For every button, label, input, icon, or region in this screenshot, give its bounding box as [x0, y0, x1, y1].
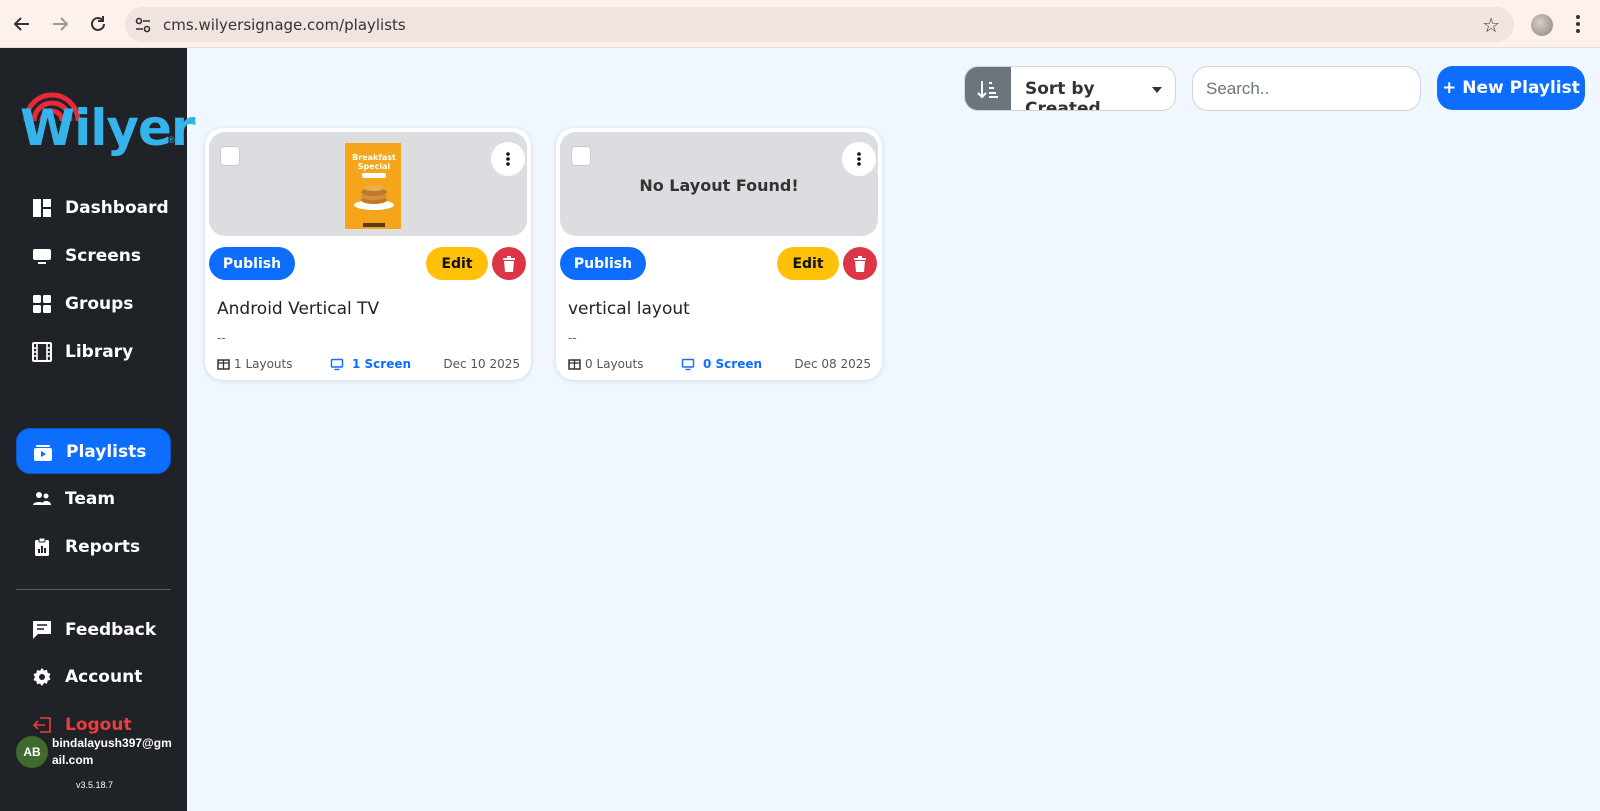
sidebar-item-label: Playlists	[66, 442, 147, 462]
search-input[interactable]	[1192, 66, 1421, 111]
dashboard-icon	[33, 199, 51, 217]
browser-menu-icon[interactable]	[1573, 12, 1583, 36]
address-bar[interactable]: cms.wilyersignage.com/playlists ☆	[125, 7, 1514, 42]
playlist-card[interactable]: No Layout Found! Publish Edit vertical l…	[556, 128, 882, 380]
monitor-icon	[33, 249, 51, 264]
sort-ascending-icon	[977, 80, 998, 98]
clipboard-icon	[35, 537, 49, 556]
edit-button[interactable]: Edit	[777, 247, 839, 280]
screens-count-text: 0 Screen	[703, 357, 763, 371]
kebab-menu-icon	[506, 152, 510, 166]
select-checkbox[interactable]	[571, 146, 591, 166]
registered-mark: ®	[168, 135, 175, 145]
sidebar-item-feedback[interactable]: Feedback	[16, 607, 171, 653]
sort-dropdown[interactable]: Sort by Created	[964, 66, 1176, 111]
layouts-count: 0 Layouts	[568, 357, 644, 371]
sidebar-item-account[interactable]: Account	[16, 654, 171, 700]
playlist-description: --	[217, 330, 226, 345]
playlist-preview[interactable]: Breakfast Special	[209, 132, 527, 236]
playlist-preview[interactable]: No Layout Found!	[560, 132, 878, 236]
playlist-title: vertical layout	[568, 299, 690, 319]
sidebar-item-label: Library	[65, 342, 134, 362]
people-icon	[33, 492, 51, 505]
kebab-menu-icon	[857, 152, 861, 166]
sidebar-item-label: Reports	[65, 537, 141, 557]
back-icon[interactable]	[10, 12, 34, 36]
sort-label: Sort by Created	[1025, 79, 1101, 111]
delete-button[interactable]	[843, 247, 877, 280]
poster-subtitle: Special	[358, 162, 391, 171]
playlist-title: Android Vertical TV	[217, 299, 380, 319]
bookmark-star-icon[interactable]: ☆	[1482, 13, 1500, 38]
gear-icon	[33, 668, 51, 686]
user-avatar[interactable]: AB	[16, 736, 48, 768]
sidebar-divider	[16, 589, 171, 590]
user-email: bindalayush397@gmail.com	[52, 736, 172, 767]
created-date: Dec 10 2025	[443, 357, 520, 371]
sidebar: Wilyer ® Dashboard Screens Groups Librar…	[0, 48, 196, 811]
chevron-down-icon	[1152, 87, 1162, 93]
browser-toolbar: cms.wilyersignage.com/playlists ☆	[0, 0, 1600, 48]
monitor-icon	[681, 358, 695, 370]
site-settings-icon[interactable]	[133, 15, 153, 35]
sidebar-item-label: Screens	[65, 246, 141, 266]
screens-count-link[interactable]: 1 Screen	[329, 357, 411, 371]
publish-button[interactable]: Publish	[560, 247, 646, 280]
screens-count-text: 1 Screen	[352, 357, 412, 371]
created-date: Dec 08 2025	[794, 357, 871, 371]
sort-direction-button[interactable]	[965, 67, 1011, 110]
app-version: v3.5.18.7	[76, 780, 114, 790]
poster-title: Breakfast	[352, 153, 396, 162]
layouts-count: 1 Layouts	[217, 357, 293, 371]
sidebar-item-dashboard[interactable]: Dashboard	[16, 185, 171, 231]
sidebar-item-library[interactable]: Library	[16, 329, 171, 375]
reload-icon[interactable]	[86, 12, 110, 36]
logout-icon	[32, 717, 51, 733]
sidebar-item-label: Account	[65, 667, 143, 687]
sidebar-item-label: Feedback	[65, 620, 157, 640]
trash-icon	[854, 255, 866, 272]
logo-wordmark: Wilyer	[20, 99, 196, 157]
layouts-count-text: 1 Layouts	[234, 357, 293, 371]
wilyer-logo[interactable]: Wilyer ®	[18, 83, 196, 157]
profile-avatar[interactable]	[1531, 14, 1553, 36]
select-checkbox[interactable]	[220, 146, 240, 166]
sidebar-item-reports[interactable]: Reports	[16, 524, 171, 570]
trash-icon	[503, 255, 515, 272]
more-options-button[interactable]	[842, 142, 876, 176]
monitor-icon	[330, 358, 344, 370]
empty-state-text: No Layout Found!	[639, 176, 799, 195]
more-options-button[interactable]	[491, 142, 525, 176]
layout-thumbnail: Breakfast Special	[344, 142, 402, 230]
forward-icon[interactable]	[48, 12, 72, 36]
sidebar-item-groups[interactable]: Groups	[16, 281, 171, 327]
layout-icon	[568, 358, 581, 370]
grid-icon	[33, 295, 51, 313]
publish-button[interactable]: Publish	[209, 247, 295, 280]
layout-icon	[217, 358, 230, 370]
sidebar-item-label: Team	[65, 489, 116, 509]
sidebar-item-label: Groups	[65, 294, 134, 314]
playlist-card[interactable]: Breakfast Special Publish Edit Android V…	[205, 128, 531, 380]
sidebar-item-label: Logout	[65, 715, 132, 735]
playlist-icon	[34, 445, 52, 461]
sidebar-item-team[interactable]: Team	[16, 476, 171, 522]
layouts-count-text: 0 Layouts	[585, 357, 644, 371]
new-playlist-button[interactable]: + New Playlist	[1437, 66, 1585, 110]
sidebar-item-label: Dashboard	[65, 198, 169, 218]
chat-icon	[33, 621, 51, 639]
film-icon	[32, 342, 52, 362]
playlist-description: --	[568, 330, 577, 345]
edit-button[interactable]: Edit	[426, 247, 488, 280]
sidebar-item-playlists[interactable]: Playlists	[16, 428, 171, 474]
screens-count-link[interactable]: 0 Screen	[680, 357, 762, 371]
url-text: cms.wilyersignage.com/playlists	[163, 16, 406, 34]
sidebar-item-screens[interactable]: Screens	[16, 233, 171, 279]
delete-button[interactable]	[492, 247, 526, 280]
